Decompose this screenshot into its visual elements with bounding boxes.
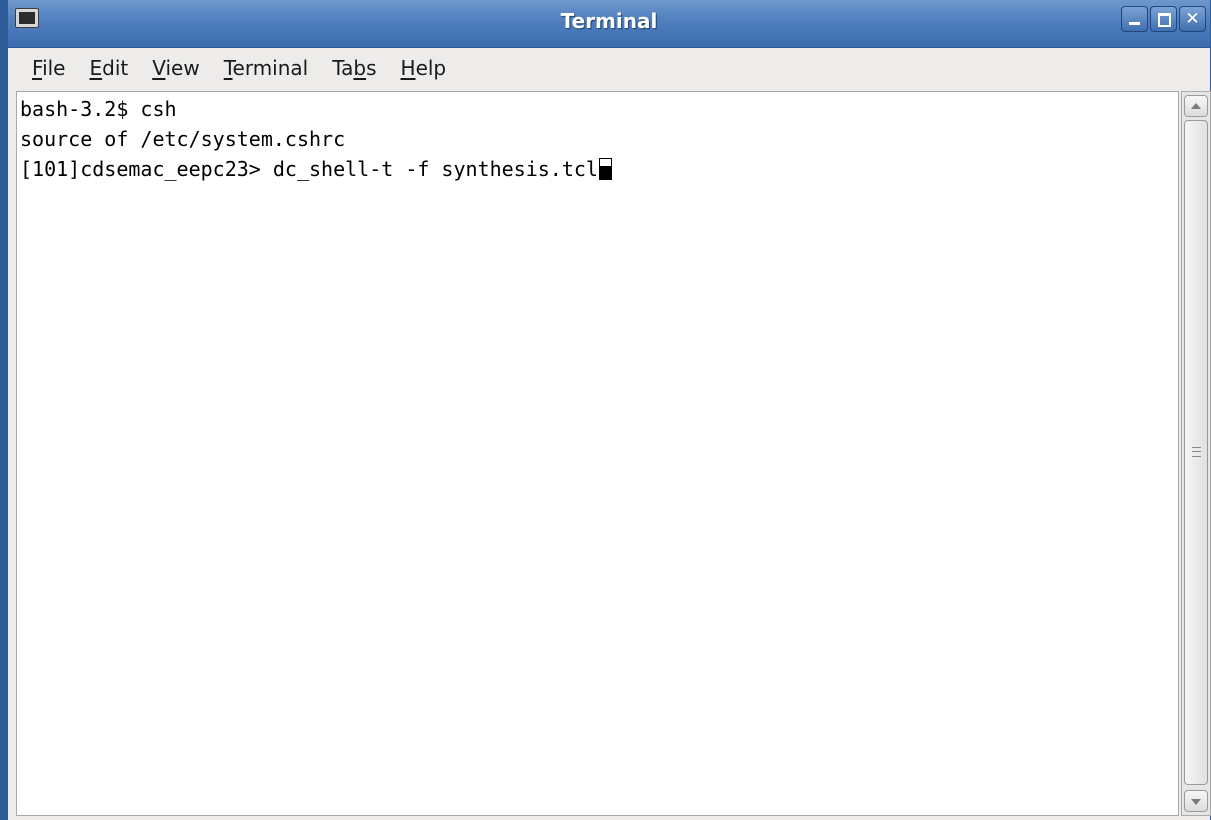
menu-mnemonic: H <box>400 56 416 80</box>
close-icon: ✕ <box>1185 9 1200 29</box>
menu-label: dit <box>102 56 129 80</box>
close-button[interactable]: ✕ <box>1179 6 1206 32</box>
menu-terminal[interactable]: Terminal <box>212 48 321 88</box>
terminal-output[interactable]: bash-3.2$ csh source of /etc/system.cshr… <box>16 91 1179 816</box>
menu-help[interactable]: Help <box>389 48 459 88</box>
menu-label: elp <box>415 56 447 80</box>
terminal-line: source of /etc/system.cshrc <box>20 127 346 151</box>
terminal-window: Terminal ✕ File Edit View Terminal Tabs … <box>0 0 1211 820</box>
maximize-button[interactable] <box>1150 6 1177 32</box>
menu-label-prefix: Ta <box>332 56 354 80</box>
menu-mnemonic: T <box>223 56 233 80</box>
title-bar[interactable]: Terminal ✕ <box>8 0 1210 48</box>
menu-label: iew <box>165 56 200 80</box>
menu-mnemonic: E <box>89 56 103 80</box>
menu-label: s <box>366 56 377 80</box>
window-title: Terminal <box>560 9 658 33</box>
menu-edit[interactable]: Edit <box>77 48 140 88</box>
menu-view[interactable]: View <box>140 48 211 88</box>
maximize-icon <box>1151 7 1176 31</box>
window-controls: ✕ <box>1121 6 1206 32</box>
menu-tabs[interactable]: Tabs <box>320 48 388 88</box>
terminal-prompt-line: [101]cdsemac_eepc23> dc_shell-t -f synth… <box>20 154 1175 184</box>
minimize-button[interactable] <box>1121 6 1148 32</box>
grip-icon <box>1192 447 1201 457</box>
menu-mnemonic: V <box>152 56 166 80</box>
menu-label: ile <box>42 56 66 80</box>
text-cursor <box>598 158 612 180</box>
terminal-line: bash-3.2$ csh <box>20 97 177 121</box>
scroll-thumb[interactable] <box>1184 120 1208 785</box>
scroll-up-button[interactable] <box>1184 95 1208 117</box>
menu-file[interactable]: File <box>8 48 77 88</box>
menu-mnemonic: b <box>353 56 367 80</box>
menu-mnemonic: F <box>32 56 43 80</box>
terminal-command: [101]cdsemac_eepc23> dc_shell-t -f synth… <box>20 157 598 181</box>
minimize-icon <box>1122 7 1147 31</box>
vertical-scrollbar[interactable] <box>1181 91 1211 816</box>
menu-label: erminal <box>232 56 309 80</box>
scroll-down-button[interactable] <box>1184 790 1208 812</box>
menu-bar: File Edit View Terminal Tabs Help <box>8 48 1210 88</box>
